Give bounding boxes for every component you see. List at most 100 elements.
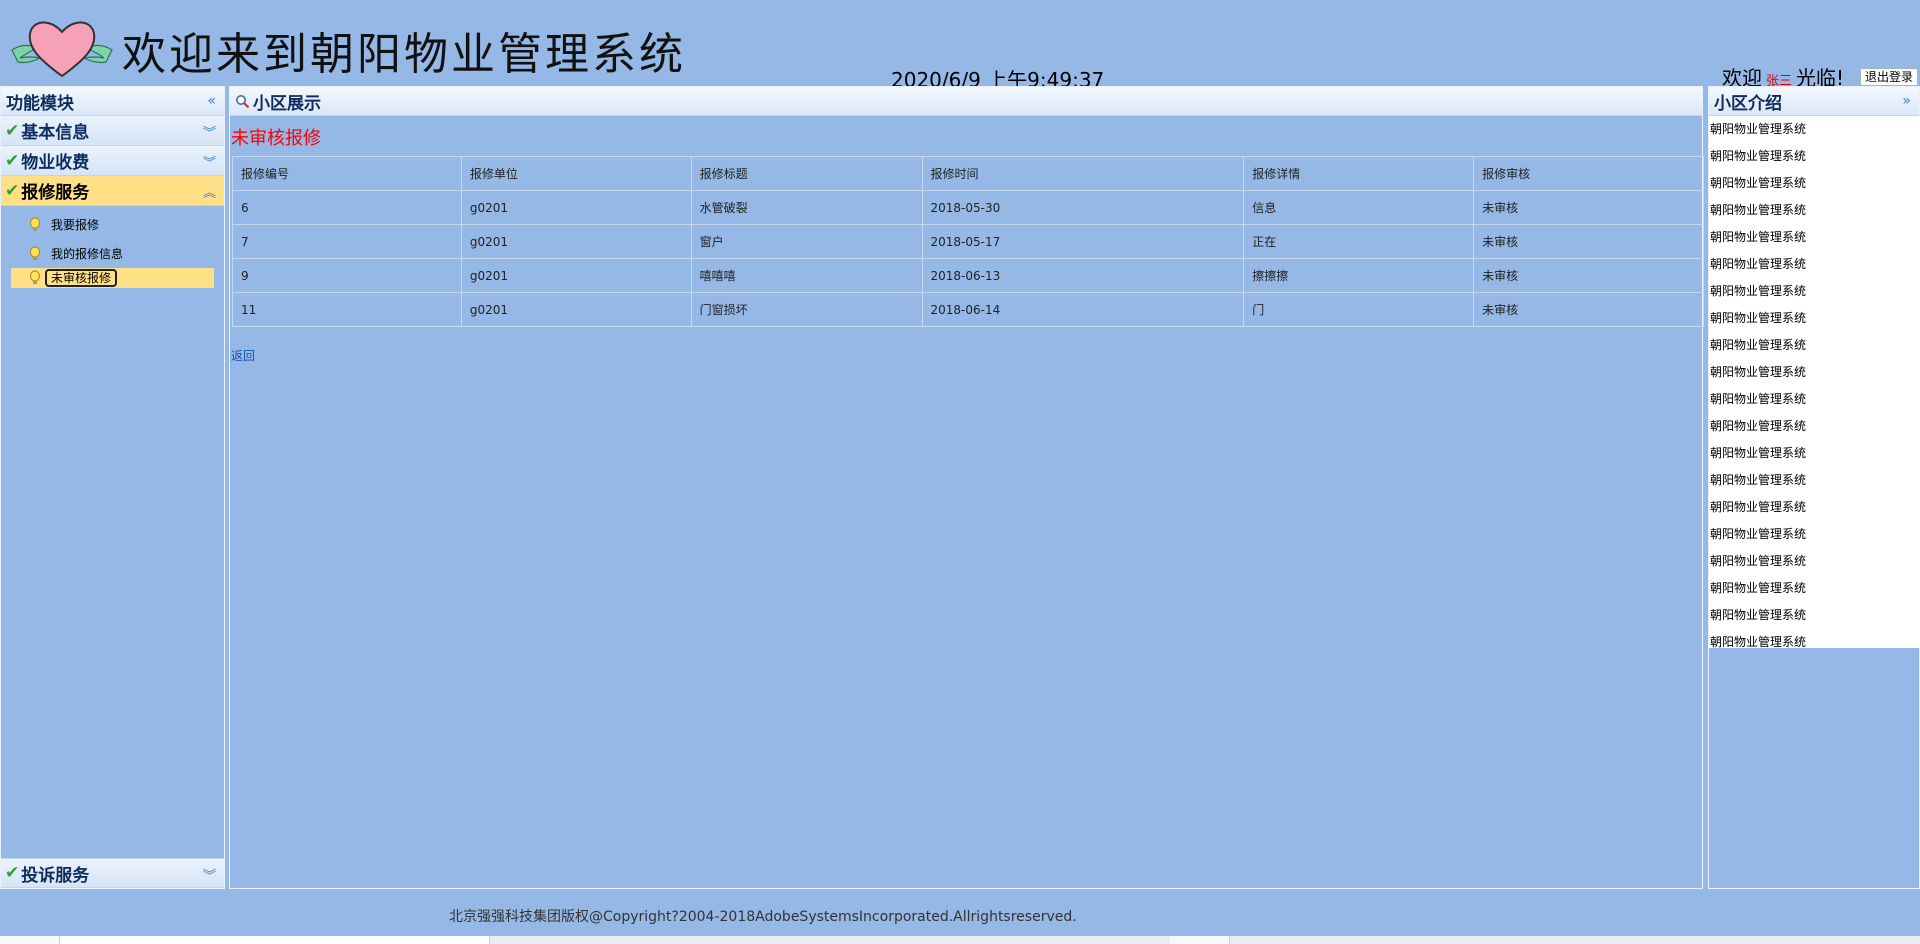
table-cell: 未审核 <box>1473 224 1704 259</box>
list-item: 朝阳物业管理系统 <box>1710 176 1807 190</box>
table-cell: g0201 <box>460 292 692 327</box>
table-cell: 正在 <box>1243 224 1475 259</box>
collapse-left-icon[interactable]: « <box>207 93 216 109</box>
lightbulb-icon <box>30 217 40 231</box>
accordion-label: 基本信息 <box>21 123 90 143</box>
sidebar-title: 功能模块 <box>6 93 74 114</box>
table-cell: g0201 <box>460 224 692 259</box>
list-item: 朝阳物业管理系统 <box>1710 257 1807 271</box>
status-strip <box>0 936 1920 944</box>
table-cell: 窗户 <box>690 224 923 259</box>
table-cell: 9 <box>232 258 462 293</box>
chevron-up-icon: ︽ <box>202 186 216 201</box>
logout-button[interactable]: 退出登录 <box>1860 68 1918 86</box>
table-cell: 擦擦擦 <box>1243 258 1475 293</box>
list-item: 朝阳物业管理系统 <box>1710 419 1807 433</box>
table-row: 6 g0201 水管破裂 2018-05-30 信息 未审核 <box>232 190 1704 225</box>
list-item: 朝阳物业管理系统 <box>1710 527 1807 541</box>
column-header: 报修单位 <box>460 156 692 191</box>
collapse-right-icon[interactable]: » <box>1902 93 1911 109</box>
table-cell: 7 <box>232 224 462 259</box>
right-header: 小区介绍 » <box>1709 87 1919 116</box>
check-icon: ✔ <box>5 863 20 883</box>
accordion-basic-info[interactable]: ✔ 基本信息 ︾ <box>1 116 224 146</box>
sidebar-item-label: 未审核报修 <box>45 269 118 287</box>
table-cell: 未审核 <box>1473 292 1704 327</box>
table-cell: 6 <box>232 190 462 225</box>
list-item: 朝阳物业管理系统 <box>1710 581 1807 595</box>
search-icon <box>236 94 250 108</box>
table-cell: g0201 <box>460 258 692 293</box>
check-icon: ✔ <box>5 150 20 171</box>
repair-table: 报修编号 报修单位 报修标题 报修时间 报修详情 报修审核 6 g0201 水管… <box>232 156 1704 327</box>
sidebar-item-label: 我的报修信息 <box>51 247 124 261</box>
column-header: 报修审核 <box>1473 156 1704 191</box>
sidebar-item-label: 我要报修 <box>51 218 100 232</box>
right-title: 小区介绍 <box>1714 93 1782 114</box>
right-panel: 小区介绍 » 朝阳物业管理系统 朝阳物业管理系统 朝阳物业管理系统 朝阳物业管理… <box>1708 86 1920 889</box>
accordion-label: 投诉服务 <box>21 865 90 886</box>
list-item: 朝阳物业管理系统 <box>1710 230 1807 244</box>
table-cell: 2018-06-14 <box>921 292 1245 327</box>
table-row: 11 g0201 门窗损坏 2018-06-14 门 未审核 <box>232 292 1704 327</box>
table-cell: 未审核 <box>1473 258 1704 293</box>
table-cell: 2018-05-17 <box>921 224 1245 259</box>
accordion-complaint-service[interactable]: ✔ 投诉服务 ︾ <box>1 858 224 888</box>
section-title: 未审核报修 <box>231 128 321 149</box>
lightbulb-icon <box>30 270 40 284</box>
accordion-label: 报修服务 <box>21 183 90 203</box>
table-cell: 11 <box>232 292 462 327</box>
accordion-repair-service[interactable]: ✔ 报修服务 ︽ <box>1 176 224 206</box>
column-header: 报修编号 <box>232 156 462 191</box>
list-item: 朝阳物业管理系统 <box>1710 608 1807 622</box>
list-item: 朝阳物业管理系统 <box>1710 500 1807 514</box>
sidebar-item-my-repairs[interactable]: 我的报修信息 <box>1 239 224 268</box>
list-item: 朝阳物业管理系统 <box>1710 284 1807 298</box>
table-cell: 2018-06-13 <box>921 258 1245 293</box>
main-header: 小区展示 <box>230 87 1702 116</box>
column-header: 报修详情 <box>1243 156 1475 191</box>
chevron-down-icon: ︾ <box>202 869 216 884</box>
list-item: 朝阳物业管理系统 <box>1710 554 1807 568</box>
accordion-property-fees[interactable]: ✔ 物业收费 ︾ <box>1 146 224 176</box>
list-item: 朝阳物业管理系统 <box>1710 635 1807 648</box>
table-cell: 2018-05-30 <box>921 190 1245 225</box>
heart-logo-icon <box>11 21 113 78</box>
table-cell: 未审核 <box>1473 190 1704 225</box>
table-cell: 水管破裂 <box>690 190 923 225</box>
list-item: 朝阳物业管理系统 <box>1710 473 1807 487</box>
site-title: 欢迎来到朝阳物业管理系统 <box>122 29 686 80</box>
list-item: 朝阳物业管理系统 <box>1710 446 1807 460</box>
main-panel: 小区展示 未审核报修 报修编号 报修单位 报修标题 报修时间 报修详情 报修审核… <box>229 86 1704 889</box>
sidebar-item-request-repair[interactable]: 我要报修 <box>1 210 224 239</box>
column-header: 报修时间 <box>921 156 1245 191</box>
list-item: 朝阳物业管理系统 <box>1710 122 1807 136</box>
sidebar-item-unreviewed-repairs[interactable]: 未审核报修 <box>11 268 214 288</box>
left-sidebar: 功能模块 « ✔ 基本信息 ︾ ✔ 物业收费 ︾ ✔ 报修服务 ︽ 我要报修 我… <box>0 86 225 889</box>
table-cell: 门 <box>1243 292 1475 327</box>
table-row: 9 g0201 嘻嘻嘻 2018-06-13 擦擦擦 未审核 <box>232 258 1704 293</box>
copyright-text: 北京强强科技集团版权@Copyright?2004-2018AdobeSyste… <box>449 909 1077 925</box>
sidebar-header: 功能模块 « <box>1 87 224 116</box>
list-item: 朝阳物业管理系统 <box>1710 338 1807 352</box>
table-cell: g0201 <box>460 190 692 225</box>
chevron-down-icon: ︾ <box>202 156 216 171</box>
table-header-row: 报修编号 报修单位 报修标题 报修时间 报修详情 报修审核 <box>232 156 1704 191</box>
header: 欢迎来到朝阳物业管理系统 2020/6/9 上午9:49:37 欢迎 张三 光临! … <box>0 0 1920 92</box>
list-item: 朝阳物业管理系统 <box>1710 149 1807 163</box>
check-icon: ✔ <box>5 180 20 201</box>
table-cell: 信息 <box>1243 190 1475 225</box>
intro-list[interactable]: 朝阳物业管理系统 朝阳物业管理系统 朝阳物业管理系统 朝阳物业管理系统 朝阳物业… <box>1709 116 1920 648</box>
table-row: 7 g0201 窗户 2018-05-17 正在 未审核 <box>232 224 1704 259</box>
table-cell: 门窗损坏 <box>690 292 923 327</box>
lightbulb-icon <box>30 246 40 260</box>
list-item: 朝阳物业管理系统 <box>1710 392 1807 406</box>
footer: 北京强强科技集团版权@Copyright?2004-2018AdobeSyste… <box>0 894 1920 934</box>
back-link[interactable]: 返回 <box>231 347 255 364</box>
main-title: 小区展示 <box>253 93 321 114</box>
accordion-label: 物业收费 <box>21 153 90 173</box>
list-item: 朝阳物业管理系统 <box>1710 365 1807 379</box>
chevron-down-icon: ︾ <box>202 126 216 141</box>
list-item: 朝阳物业管理系统 <box>1710 203 1807 217</box>
column-header: 报修标题 <box>690 156 923 191</box>
